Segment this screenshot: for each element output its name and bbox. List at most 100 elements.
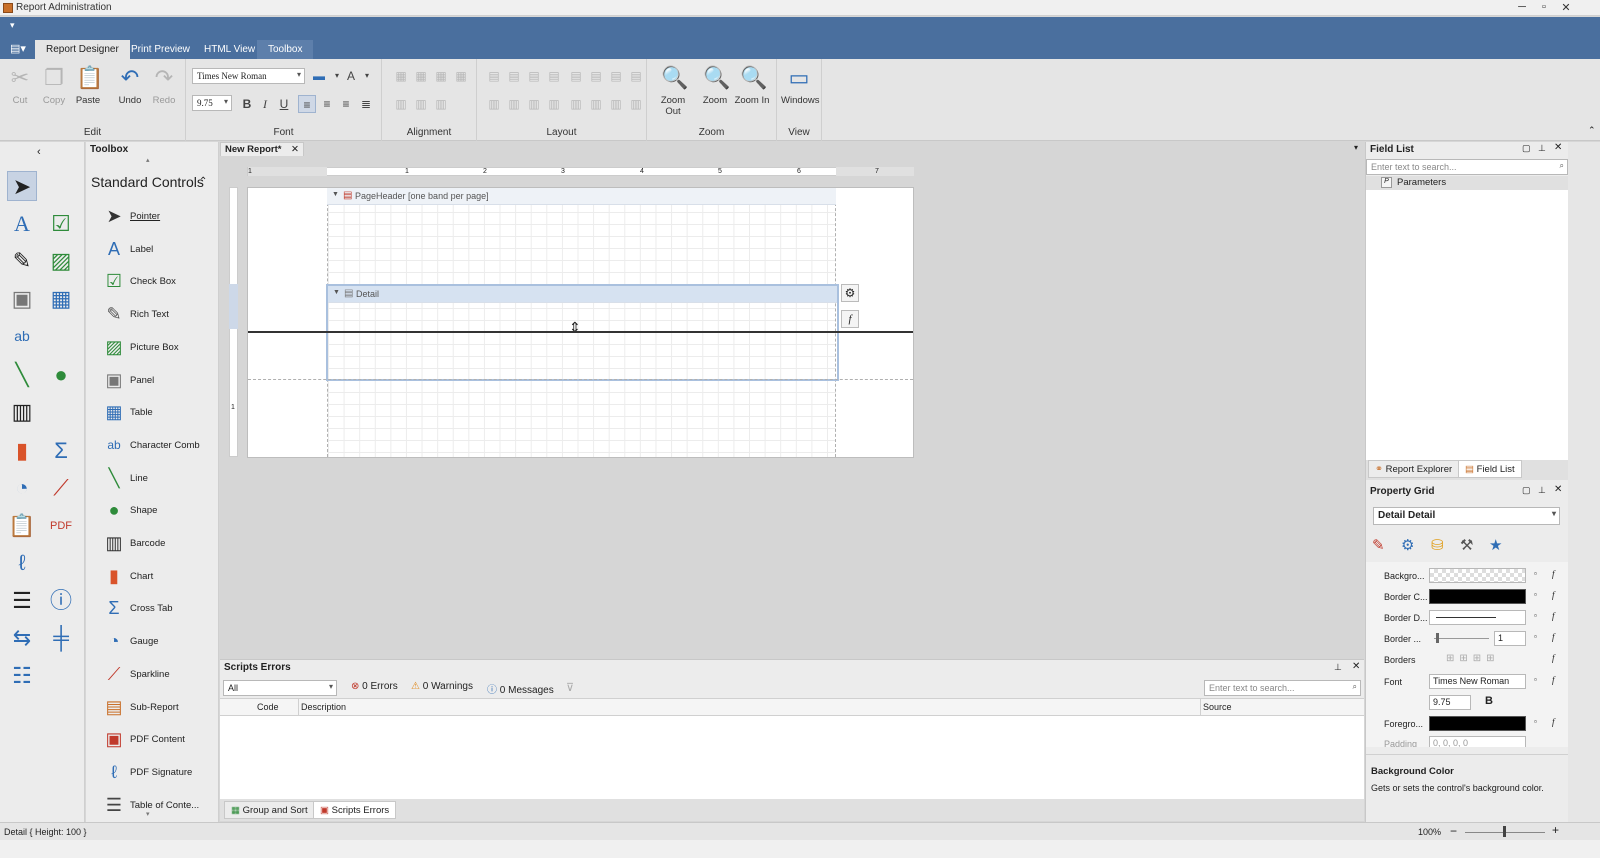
reset-icon[interactable]: ▫: [1534, 611, 1537, 620]
collapse-band-icon[interactable]: ▼: [333, 289, 340, 296]
expression-icon[interactable]: f: [1552, 653, 1555, 663]
chevron-up-icon[interactable]: ⌃: [199, 176, 207, 187]
close-icon[interactable]: ✕: [1554, 142, 1562, 153]
zoom-in-button[interactable]: 🔍 Zoom In: [734, 63, 770, 106]
column-source[interactable]: Source: [1203, 702, 1232, 712]
slider-thumb[interactable]: [1436, 633, 1439, 643]
v-spacing-remove-icon[interactable]: ▥: [545, 95, 563, 113]
tree-item-parameters[interactable]: P Parameters: [1366, 176, 1568, 190]
character-comb-icon[interactable]: ab: [7, 321, 37, 351]
color-swatch[interactable]: [1429, 589, 1526, 604]
band-splitter[interactable]: [248, 331, 913, 333]
prop-foreground-color[interactable]: Foregro... ▫ f: [1384, 714, 1564, 734]
pin-icon[interactable]: ⊥: [1538, 485, 1546, 496]
scripts-search-input[interactable]: Enter text to search... ⌕: [1204, 680, 1361, 696]
prop-borders[interactable]: Borders ⊞⊞⊞⊞ f: [1384, 650, 1564, 670]
toolbox-item[interactable]: ℓ PDF Signature: [102, 760, 217, 786]
toolbox-category[interactable]: Standard Controls: [91, 174, 204, 190]
copy-button[interactable]: ❐ Copy: [36, 63, 72, 106]
file-menu-button[interactable]: ▤▾: [6, 42, 30, 58]
windows-button[interactable]: ▭ Windows: [781, 63, 820, 106]
highlight-color-icon[interactable]: ▬: [310, 67, 328, 85]
pin-icon[interactable]: ⊥: [1334, 662, 1342, 673]
maximize-button[interactable]: ▫: [1534, 1, 1554, 15]
close-icon[interactable]: ✕: [291, 144, 299, 155]
label-icon[interactable]: A: [7, 209, 37, 239]
pin-icon[interactable]: ⊥: [1538, 143, 1546, 154]
prop-font-size[interactable]: 9.75 B: [1384, 693, 1564, 713]
toolbox-item[interactable]: ▮ Chart: [102, 564, 217, 590]
align-lefts-icon[interactable]: ▦: [392, 67, 410, 85]
maximize-icon[interactable]: ▢: [1522, 485, 1531, 496]
font-family-combo[interactable]: Times New Roman ▾: [192, 68, 305, 84]
border-width-slider[interactable]: [1434, 638, 1489, 639]
shape-icon[interactable]: ●: [46, 360, 76, 390]
italic-button[interactable]: I: [256, 95, 274, 113]
line-icon[interactable]: ╲: [7, 360, 37, 390]
bold-toggle[interactable]: B: [1485, 695, 1493, 707]
tab-html-view[interactable]: HTML View: [193, 40, 266, 59]
bring-to-front-icon[interactable]: ▥: [607, 95, 625, 113]
prop-border-color[interactable]: Border C... ▫ f: [1384, 587, 1564, 607]
h-spacing-increase-icon[interactable]: ▤: [587, 67, 605, 85]
underline-button[interactable]: U: [275, 95, 293, 113]
toolbox-item[interactable]: ▣ Panel: [102, 368, 217, 394]
prop-background-color[interactable]: Backgro... ▫ f: [1384, 566, 1564, 586]
collapse-ribbon-icon[interactable]: ⌃: [1588, 125, 1596, 136]
toolbox-item[interactable]: ● Shape: [102, 498, 217, 524]
prop-padding[interactable]: Padding 0, 0, 0, 0: [1384, 734, 1564, 747]
center-vertically-icon[interactable]: ▥: [587, 95, 605, 113]
zoom-out-icon[interactable]: −: [1450, 824, 1457, 838]
font-size-combo[interactable]: 9.75 ▾: [192, 95, 232, 111]
cut-button[interactable]: ✂ Cut: [2, 63, 38, 106]
send-to-back-icon[interactable]: ▥: [627, 95, 645, 113]
font-size-spin[interactable]: 9.75: [1429, 695, 1471, 710]
appearance-category-icon[interactable]: ✎: [1372, 536, 1385, 554]
pdf-content-icon[interactable]: PDF: [46, 511, 76, 541]
reset-icon[interactable]: ▫: [1534, 675, 1537, 684]
align-centers-icon[interactable]: ▦: [412, 67, 430, 85]
close-icon[interactable]: ✕: [1554, 484, 1562, 495]
bold-button[interactable]: B: [238, 95, 256, 113]
reset-icon[interactable]: ▫: [1534, 569, 1537, 578]
field-list-search-input[interactable]: Enter text to search... ⌕: [1366, 159, 1568, 175]
tab-report-designer[interactable]: Report Designer: [35, 40, 130, 59]
toolbox-item[interactable]: ▤ Sub-Report: [102, 695, 217, 721]
expression-icon[interactable]: f: [1552, 569, 1555, 579]
toolbox-item[interactable]: ☑ Check Box: [102, 269, 217, 295]
function-icon[interactable]: f: [841, 310, 859, 328]
toolbox-item[interactable]: ✎ Rich Text: [102, 302, 217, 328]
close-icon[interactable]: ✕: [1352, 661, 1360, 672]
behavior-category-icon[interactable]: ⚙: [1401, 536, 1414, 554]
font-family-select[interactable]: Times New Roman: [1429, 674, 1526, 689]
table-icon[interactable]: ▦: [46, 284, 76, 314]
picture-box-icon[interactable]: ▨: [46, 246, 76, 276]
size-both-icon[interactable]: ▤: [525, 67, 543, 85]
expression-icon[interactable]: f: [1552, 590, 1555, 600]
align-grid-icon[interactable]: ▦: [452, 67, 470, 85]
expression-icon[interactable]: f: [1552, 611, 1555, 621]
redo-button[interactable]: ↷ Redo: [146, 63, 182, 106]
h-spacing-equal-icon[interactable]: ▤: [567, 67, 585, 85]
expression-icon[interactable]: f: [1552, 632, 1555, 642]
page-header-band[interactable]: ▼ ▤ PageHeader [one band per page]: [327, 188, 836, 205]
h-spacing-decrease-icon[interactable]: ▤: [607, 67, 625, 85]
align-tops-icon[interactable]: ▥: [392, 95, 410, 113]
color-swatch[interactable]: [1429, 716, 1526, 731]
layout-category-icon[interactable]: ⚒: [1460, 536, 1473, 554]
pointer-icon[interactable]: ➤: [7, 171, 37, 201]
selected-component-combo[interactable]: Detail Detail ▾: [1373, 507, 1560, 525]
reset-icon[interactable]: ▫: [1534, 632, 1537, 641]
chart-icon[interactable]: ▮: [7, 436, 37, 466]
favorites-icon[interactable]: ★: [1489, 536, 1502, 554]
cross-band-line-icon[interactable]: ╪: [46, 623, 76, 653]
quick-access-dropdown-icon[interactable]: ▾: [10, 20, 15, 31]
expression-icon[interactable]: f: [1552, 675, 1555, 685]
chevron-down-icon[interactable]: ▾: [358, 67, 376, 85]
data-category-icon[interactable]: ⛁: [1431, 536, 1444, 554]
paste-button[interactable]: 📋 Paste: [70, 63, 106, 106]
panel-icon[interactable]: ▣: [7, 284, 37, 314]
align-middles-icon[interactable]: ▥: [412, 95, 430, 113]
collapse-toolbox-icon[interactable]: ‹: [37, 146, 41, 158]
v-spacing-equal-icon[interactable]: ▥: [485, 95, 503, 113]
